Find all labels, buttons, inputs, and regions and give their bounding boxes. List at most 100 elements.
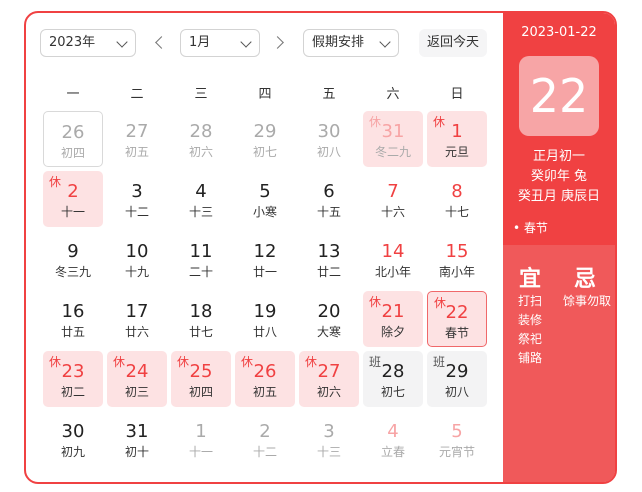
day-cell[interactable]: 班 28 初七 [363, 351, 423, 407]
lunar-label: 廿一 [252, 265, 277, 279]
lunar-label: 北小年 [374, 265, 411, 279]
day-cell[interactable]: 休 21 除夕 [363, 291, 423, 347]
day-number: 20 [317, 301, 341, 322]
day-cell[interactable]: 16 廿五 [43, 291, 103, 347]
day-cell[interactable]: 27 初五 [107, 111, 167, 167]
lunar-label: 大寒 [316, 325, 341, 339]
calendar-widget: 2023年 1月 假期安排 返回今天 一二三四五六日 26 初四 27 初五 28 初六 2… [24, 11, 617, 484]
weekday-label: 三 [194, 87, 208, 102]
holiday-select-value: 假期安排 [312, 35, 365, 50]
day-cell[interactable]: 14 北小年 [363, 231, 423, 287]
weekday-label: 四 [258, 87, 272, 102]
day-cell[interactable]: 2 十二 [235, 411, 295, 467]
day-cell[interactable]: 休 31 冬二九 [363, 111, 423, 167]
day-cell[interactable]: 18 廿七 [171, 291, 231, 347]
day-cell[interactable]: 班 29 初八 [427, 351, 487, 407]
lunar-label: 初六 [316, 385, 341, 399]
lunar-label: 十一 [60, 205, 85, 219]
lunar-label: 初三 [124, 385, 149, 399]
day-cell[interactable]: 休 24 初三 [107, 351, 167, 407]
day-cell[interactable]: 29 初七 [235, 111, 295, 167]
day-cell[interactable]: 28 初六 [171, 111, 231, 167]
day-number: 11 [189, 241, 213, 262]
lunar-label: 廿五 [60, 325, 85, 339]
month-select[interactable]: 1月 [180, 29, 260, 57]
lunar-label: 十六 [380, 205, 405, 219]
day-number: 4 [195, 181, 207, 202]
next-month-button[interactable] [271, 35, 285, 51]
day-number: 25 [189, 361, 213, 382]
day-cell[interactable]: 休 22 春节 [427, 291, 487, 347]
weekday-label: 一 [66, 87, 80, 102]
day-cell[interactable]: 7 十六 [363, 171, 423, 227]
day-number: 22 [445, 302, 469, 323]
day-number: 28 [189, 121, 213, 142]
day-number: 15 [445, 241, 469, 262]
year-ganzhi: 癸卯年 兔 [530, 169, 588, 184]
day-number: 24 [125, 361, 149, 382]
day-cell[interactable]: 休 23 初二 [43, 351, 103, 407]
day-cell[interactable]: 休 27 初六 [299, 351, 359, 407]
lunar-label: 除夕 [380, 325, 405, 339]
lunar-label: 初二 [60, 385, 85, 399]
day-cell[interactable]: 8 十七 [427, 171, 487, 227]
back-to-today-button[interactable]: 返回今天 [419, 29, 487, 57]
day-cell[interactable]: 9 冬三九 [43, 231, 103, 287]
day-cell[interactable]: 15 南小年 [427, 231, 487, 287]
day-cell[interactable]: 13 廿二 [299, 231, 359, 287]
day-number: 2 [259, 421, 271, 442]
yi-item: 铺路 [518, 351, 543, 365]
calendar-toolbar: 2023年 1月 假期安排 返回今天 [26, 13, 503, 73]
festival-label: • 春节 [513, 221, 548, 235]
day-cell[interactable]: 3 十二 [107, 171, 167, 227]
day-number: 30 [61, 421, 85, 442]
holiday-select[interactable]: 假期安排 [303, 29, 399, 57]
day-cell[interactable]: 31 初十 [107, 411, 167, 467]
day-number: 8 [451, 181, 463, 202]
day-cell[interactable]: 休 1 元旦 [427, 111, 487, 167]
day-number: 2 [67, 181, 79, 202]
day-number: 5 [451, 421, 463, 442]
day-cell[interactable]: 12 廿一 [235, 231, 295, 287]
day-number: 1 [451, 121, 463, 142]
lunar-label: 廿八 [252, 325, 277, 339]
day-cell[interactable]: 26 初四 [43, 111, 103, 167]
day-number: 6 [323, 181, 335, 202]
day-cell[interactable]: 4 立春 [363, 411, 423, 467]
day-cell[interactable]: 休 26 初五 [235, 351, 295, 407]
lunar-label: 十九 [124, 265, 149, 279]
prev-month-button[interactable] [154, 35, 168, 51]
day-number: 23 [61, 361, 85, 382]
day-cell[interactable]: 11 二十 [171, 231, 231, 287]
day-cell[interactable]: 17 廿六 [107, 291, 167, 347]
day-cell[interactable]: 5 小寒 [235, 171, 295, 227]
day-number: 26 [253, 361, 277, 382]
lunar-label: 廿七 [188, 325, 213, 339]
day-number: 18 [189, 301, 213, 322]
day-cell[interactable]: 3 十三 [299, 411, 359, 467]
day-cell[interactable]: 5 元宵节 [427, 411, 487, 467]
day-cell[interactable]: 30 初八 [299, 111, 359, 167]
lunar-label: 初四 [188, 385, 213, 399]
day-cell[interactable]: 19 廿八 [235, 291, 295, 347]
lunar-label: 初八 [444, 385, 469, 399]
year-select[interactable]: 2023年 [40, 29, 136, 57]
chevron-down-icon [240, 36, 252, 48]
day-number: 27 [125, 121, 149, 142]
yi-item: 祭祀 [518, 332, 543, 346]
day-cell[interactable]: 休 25 初四 [171, 351, 231, 407]
lunar-label: 廿六 [124, 325, 149, 339]
day-cell[interactable]: 1 十一 [171, 411, 231, 467]
day-cell[interactable]: 20 大寒 [299, 291, 359, 347]
chevron-down-icon [379, 36, 391, 48]
day-cell[interactable]: 4 十三 [171, 171, 231, 227]
day-cell[interactable]: 6 十五 [299, 171, 359, 227]
day-number: 26 [61, 122, 85, 143]
day-number: 31 [381, 121, 405, 142]
day-number: 29 [445, 361, 469, 382]
day-cell[interactable]: 休 2 十一 [43, 171, 103, 227]
lunar-label: 十三 [316, 445, 341, 459]
day-cell[interactable]: 30 初九 [43, 411, 103, 467]
day-cell[interactable]: 10 十九 [107, 231, 167, 287]
lunar-label: 初七 [252, 145, 277, 159]
